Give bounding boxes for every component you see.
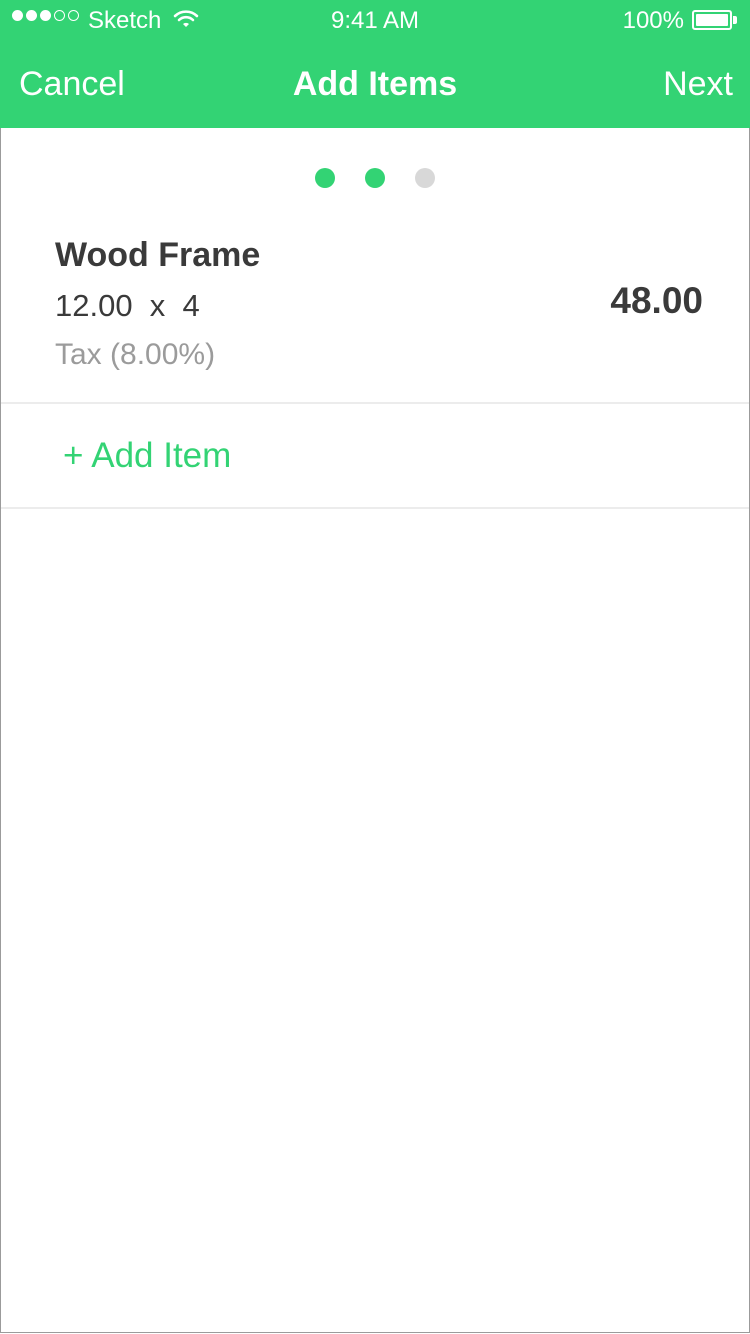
item-name: Wood Frame [55, 236, 261, 274]
next-button[interactable]: Next [663, 64, 733, 104]
step-dot-1 [315, 168, 335, 188]
navigation-header: Sketch 9:41 AM 100% Cancel Add Items Nex… [0, 0, 750, 128]
add-item-button[interactable]: + Add Item [63, 436, 231, 476]
step-dot-2 [365, 168, 385, 188]
item-price-quantity: 12.00 x 4 [55, 288, 200, 323]
line-item-row[interactable]: Wood Frame 12.00 x 4 Tax (8.00%) 48.00 [0, 216, 750, 403]
step-indicator [0, 168, 750, 188]
status-bar: Sketch 9:41 AM 100% [0, 0, 750, 40]
divider [1, 507, 749, 509]
item-total: 48.00 [610, 280, 703, 321]
step-dot-3 [415, 168, 435, 188]
app-frame [0, 0, 750, 1333]
battery-icon [692, 10, 738, 30]
cancel-button[interactable]: Cancel [19, 64, 125, 104]
item-tax: Tax (8.00%) [55, 338, 216, 371]
divider [1, 402, 749, 404]
battery-percentage: 100% [622, 7, 684, 34]
